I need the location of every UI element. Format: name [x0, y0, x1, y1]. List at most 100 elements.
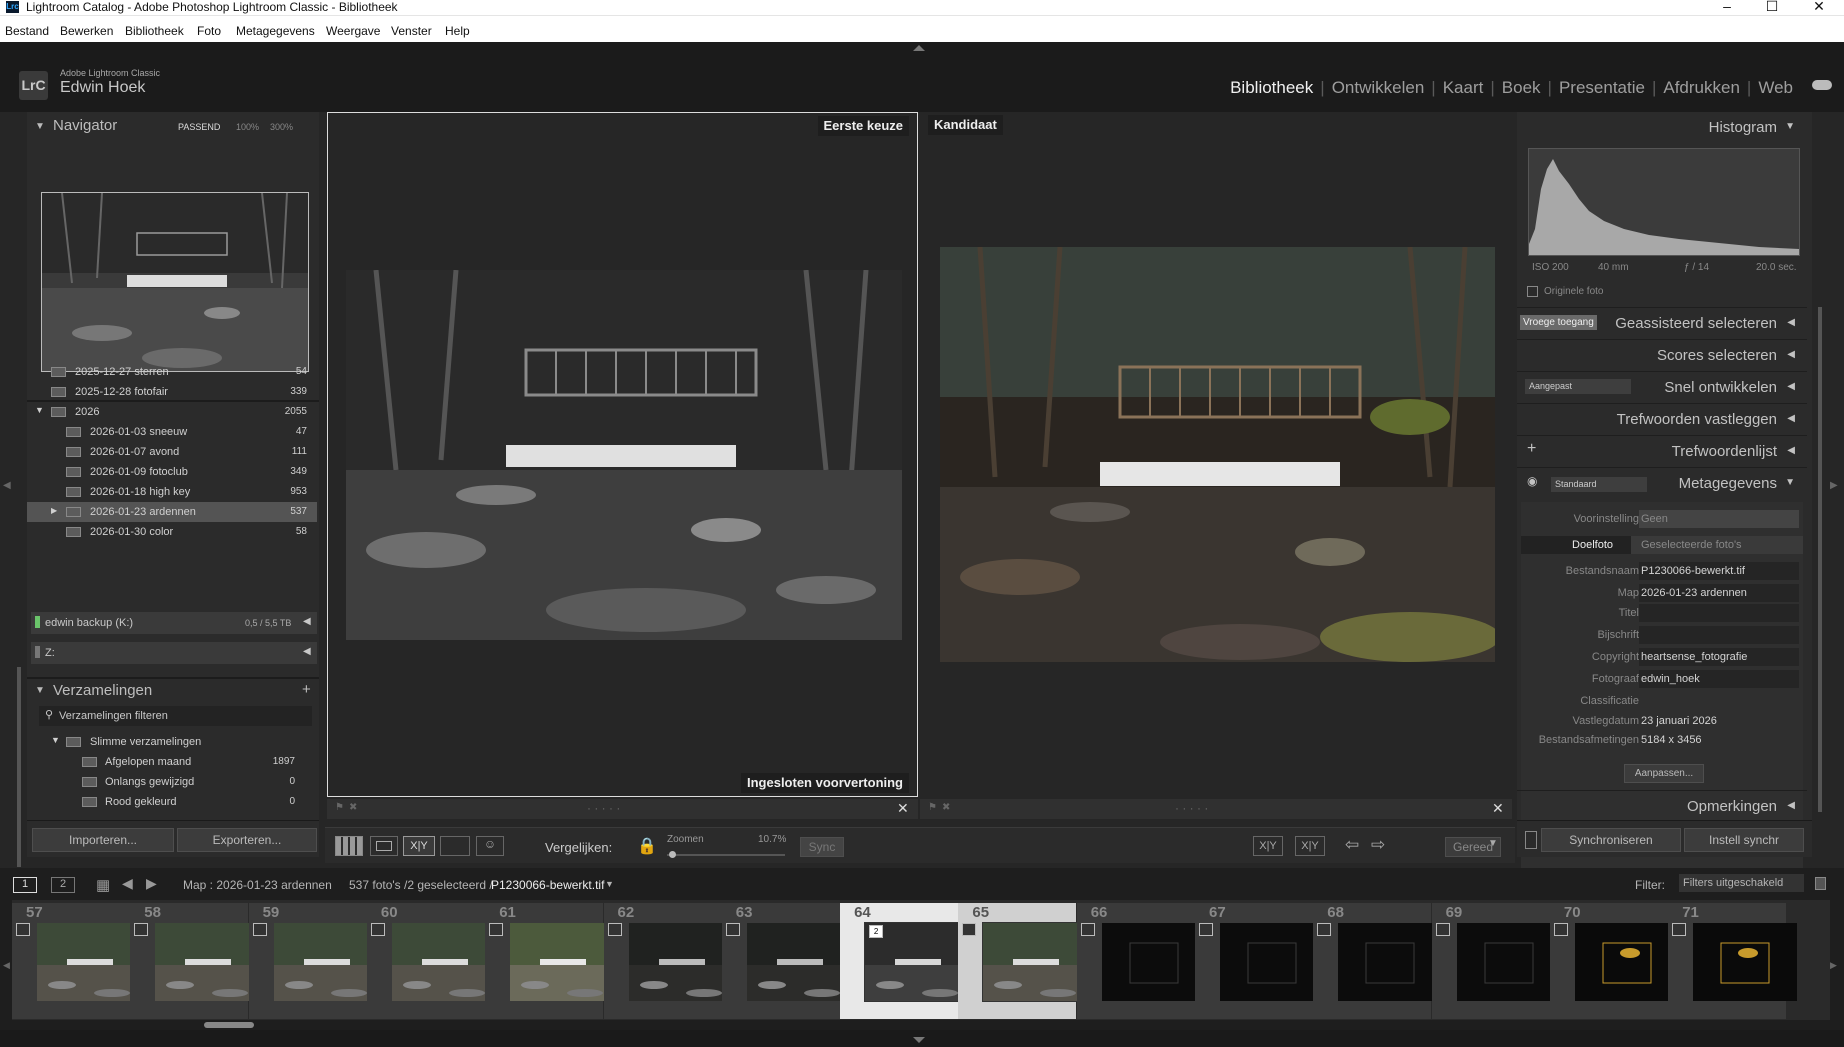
close-select-icon[interactable]: ✕: [897, 800, 909, 817]
filmstrip-cell[interactable]: 57: [12, 903, 141, 1019]
edit-badge-icon[interactable]: [607, 923, 622, 936]
left-scrollbar[interactable]: [17, 667, 21, 867]
folder-row[interactable]: 2026-01-30 color 58: [27, 522, 317, 542]
thumbnail[interactable]: [1693, 923, 1798, 1001]
collapse-triangle-icon[interactable]: ▼: [1785, 477, 1795, 488]
filmstrip-cell[interactable]: 64 2: [840, 903, 971, 1019]
current-file[interactable]: P1230066-bewerkt.tif: [491, 878, 604, 892]
keyword-list-header[interactable]: + Trefwoordenlijst ◀: [1517, 435, 1807, 465]
edit-badge-icon[interactable]: [962, 923, 977, 936]
second-window-button[interactable]: 2: [51, 877, 75, 893]
file-dropdown-icon[interactable]: ▼: [605, 879, 614, 889]
volume-arrow-icon[interactable]: ◀: [303, 616, 311, 627]
filmstrip-cell[interactable]: 61: [485, 903, 615, 1019]
histogram-chart[interactable]: [1528, 148, 1800, 256]
module-boek[interactable]: Boek: [1495, 78, 1548, 97]
edit-badge-icon[interactable]: 2: [869, 925, 884, 938]
module-afdrukken[interactable]: Afdrukken: [1656, 78, 1747, 97]
edit-badge-icon[interactable]: [1080, 923, 1095, 936]
eye-icon[interactable]: ◉: [1527, 474, 1537, 488]
quick-develop-preset[interactable]: Aangepast: [1525, 379, 1631, 394]
thumbnail[interactable]: [1101, 923, 1206, 1001]
collapse-triangle-icon[interactable]: ▼: [1785, 121, 1795, 132]
expand-triangle-icon[interactable]: ▼: [51, 735, 60, 745]
flag-icon[interactable]: ⚑: [335, 802, 344, 813]
field-value[interactable]: P1230066-bewerkt.tif: [1639, 562, 1799, 580]
customize-button[interactable]: Aanpassen...: [1624, 764, 1704, 783]
field-value[interactable]: 2026-01-23 ardennen: [1639, 584, 1799, 602]
grid-icon[interactable]: ▦: [96, 876, 110, 894]
menu-bestand[interactable]: Bestand: [5, 24, 49, 38]
menu-venster[interactable]: Venster: [391, 24, 432, 38]
assisted-select-header[interactable]: Vroege toegang Geassisteerd selecteren ◀: [1517, 307, 1807, 337]
filmstrip-cell[interactable]: 58: [130, 903, 260, 1019]
histogram-header[interactable]: Histogram ▼: [1517, 112, 1807, 142]
collection-item[interactable]: Afgelopen maand 1897: [27, 752, 317, 772]
filmstrip-cell[interactable]: 69: [1431, 903, 1561, 1019]
expand-triangle-icon[interactable]: ◀: [1787, 381, 1795, 392]
add-collection-icon[interactable]: +: [302, 681, 311, 698]
minimize-icon[interactable]: –: [1707, 0, 1747, 14]
navigator-preview[interactable]: [41, 192, 309, 372]
preset-select[interactable]: Geen: [1639, 510, 1799, 528]
right-scrollbar[interactable]: [1818, 307, 1822, 812]
import-button[interactable]: Importeren...: [32, 828, 174, 852]
thumbnail[interactable]: [1456, 923, 1561, 1001]
expand-triangle-icon[interactable]: ▼: [35, 405, 44, 415]
collection-item[interactable]: Rood gekleurd 0: [27, 792, 317, 812]
filter-select[interactable]: Filters uitgeschakeld: [1679, 874, 1804, 892]
folder-row[interactable]: 2026-01-18 high key 953: [27, 482, 317, 502]
thumbnail[interactable]: [37, 923, 141, 1001]
metadata-preset[interactable]: Standaard: [1551, 477, 1647, 492]
close-icon[interactable]: ✕: [1799, 0, 1839, 15]
edit-badge-icon[interactable]: [489, 923, 504, 936]
add-keyword-icon[interactable]: +: [1527, 440, 1536, 458]
sync-settings-button[interactable]: Instell synchr: [1684, 828, 1804, 852]
film-right-arrow-icon[interactable]: ▶: [1830, 960, 1837, 971]
thumbnail[interactable]: [1220, 923, 1324, 1001]
field-value[interactable]: [1639, 626, 1799, 644]
expand-triangle-icon[interactable]: ◀: [1787, 800, 1795, 811]
filmstrip-cell[interactable]: 68: [1313, 903, 1443, 1019]
next-arrow-icon[interactable]: ⇨: [1371, 835, 1385, 855]
collections-filter[interactable]: ⚲ Verzamelingen filteren: [39, 706, 312, 726]
reject-icon[interactable]: ✖: [349, 802, 357, 813]
select-pane[interactable]: Eerste keuze Ingesloten voorvertoning: [327, 112, 918, 797]
thumbnail[interactable]: [1338, 923, 1443, 1001]
comments-header[interactable]: Opmerkingen ◀: [1517, 790, 1807, 820]
zoom-slider[interactable]: [667, 851, 785, 858]
synchronize-button[interactable]: Synchroniseren: [1541, 828, 1681, 852]
expand-triangle-icon[interactable]: ◀: [1787, 445, 1795, 456]
smart-collections-set[interactable]: ▼ Slimme verzamelingen: [27, 732, 317, 752]
flag-icon[interactable]: ⚑: [928, 802, 937, 813]
expand-triangle-icon[interactable]: ◀: [1787, 349, 1795, 360]
menu-help[interactable]: Help: [445, 24, 470, 38]
collection-item[interactable]: Onlangs gewijzigd 0: [27, 772, 317, 792]
folder-row[interactable]: 2025-12-28 fotofair 339: [27, 382, 317, 402]
collections-header[interactable]: ▼ Verzamelingen +: [27, 677, 319, 701]
filmstrip-cell[interactable]: 60: [366, 903, 496, 1019]
edit-badge-icon[interactable]: [134, 923, 149, 936]
expand-triangle-icon[interactable]: ◀: [1787, 317, 1795, 328]
main-window-button[interactable]: 1: [13, 877, 37, 893]
thumbnail[interactable]: [628, 923, 733, 1001]
collapse-triangle-icon[interactable]: ▼: [35, 685, 45, 696]
filmstrip-cell[interactable]: 62: [603, 903, 733, 1019]
candidate-pane[interactable]: Kandidaat: [920, 112, 1510, 797]
thumbnail[interactable]: [155, 923, 260, 1001]
survey-view-icon[interactable]: [440, 836, 470, 856]
navigator-zoom-100[interactable]: 100%: [236, 122, 259, 132]
menu-bibliotheek[interactable]: Bibliotheek: [125, 24, 184, 38]
make-select-icon[interactable]: X|Y: [1295, 836, 1325, 856]
swap-icon[interactable]: X|Y: [1253, 836, 1283, 856]
collapse-top-icon[interactable]: [913, 45, 925, 51]
right-collapse-icon[interactable]: ▶: [1830, 480, 1838, 491]
filmstrip-cell[interactable]: 65: [958, 903, 1089, 1019]
thumbnail[interactable]: [1574, 923, 1679, 1001]
filmstrip-cell[interactable]: 70: [1549, 903, 1679, 1019]
field-value[interactable]: edwin_hoek: [1639, 670, 1799, 688]
folder-row[interactable]: 2025-12-27 sterren 54: [27, 362, 317, 382]
close-candidate-icon[interactable]: ✕: [1492, 800, 1504, 817]
menu-bewerken[interactable]: Bewerken: [60, 24, 113, 38]
menu-weergave[interactable]: Weergave: [326, 24, 380, 38]
